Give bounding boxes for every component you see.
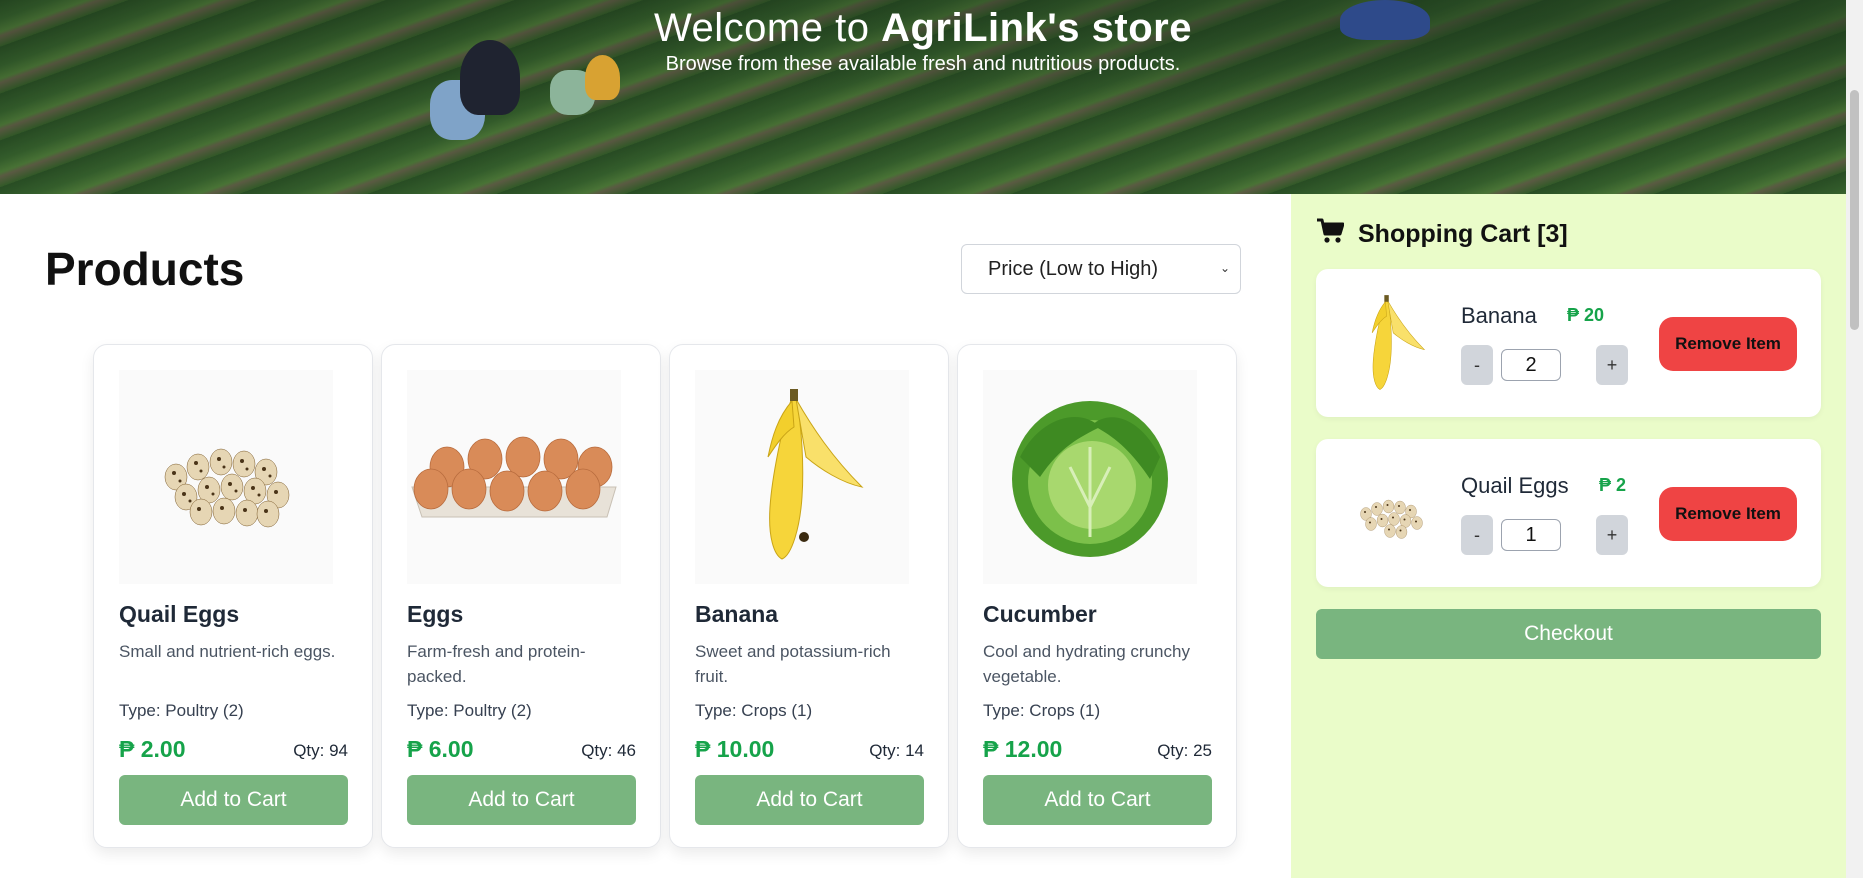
product-name: Cucumber [983, 601, 1097, 627]
cart-icon [1316, 218, 1345, 251]
cabbage-image [983, 370, 1197, 584]
chevron-down-icon: ⌄ [1219, 261, 1230, 275]
hero-subtitle: Browse from these available fresh and nu… [665, 53, 1181, 75]
products-section: Products Price (Low to High) ⌄ Quail Egg… [0, 194, 1291, 878]
product-price: ₱ 12.00 [983, 736, 1063, 762]
increase-quantity-button[interactable]: + [1596, 515, 1628, 555]
checkout-button[interactable]: Checkout [1316, 609, 1821, 659]
product-type: Type: Poultry (2) [119, 701, 244, 720]
product-name: Banana [695, 601, 779, 627]
product-description: Small and nutrient-rich eggs. [119, 642, 336, 661]
cart-item-name: Banana [1461, 303, 1537, 328]
product-quantity: Qty: 25 [1157, 741, 1212, 760]
product-type: Type: Poultry (2) [407, 701, 532, 720]
product-card: Cucumber Cool and hydrating crunchy vege… [957, 344, 1237, 848]
product-description: Cool and hydrating crunchy vegetable. [983, 642, 1190, 686]
hero-text: Welcome to AgriLink's store Browse from … [0, 6, 1846, 76]
decrease-quantity-button[interactable]: - [1461, 345, 1493, 385]
quail-eggs-thumbnail [1336, 459, 1446, 569]
remove-item-button[interactable]: Remove Item [1659, 317, 1797, 371]
quantity-input[interactable]: 2 [1501, 349, 1561, 381]
sort-selected-value: Price (Low to High) [988, 257, 1159, 280]
product-name: Quail Eggs [119, 601, 240, 627]
add-to-cart-button[interactable]: Add to Cart [119, 775, 348, 825]
product-card: Eggs Farm-fresh and protein-packed. Type… [381, 344, 661, 848]
product-description: Farm-fresh and protein-packed. [407, 642, 586, 686]
page-scrollbar[interactable] [1846, 0, 1863, 878]
hero-banner: Welcome to AgriLink's store Browse from … [0, 0, 1846, 194]
remove-item-button[interactable]: Remove Item [1659, 487, 1797, 541]
cart-item-price: ₱ 2 [1599, 475, 1627, 495]
product-price: ₱ 2.00 [119, 736, 186, 762]
cart-title: Shopping Cart [3] [1316, 218, 1568, 251]
quail-eggs-image [119, 370, 333, 584]
hero-title: Welcome to AgriLink's store [0, 6, 1846, 51]
scrollbar-thumb[interactable] [1850, 90, 1859, 330]
increase-quantity-button[interactable]: + [1596, 345, 1628, 385]
cart-item-name: Quail Eggs [1461, 473, 1569, 498]
cart-title-text: Shopping Cart [3] [1358, 220, 1568, 248]
product-name: Eggs [407, 601, 464, 627]
product-card: Quail Eggs Small and nutrient-rich eggs.… [93, 344, 373, 848]
product-card: Banana Sweet and potassium-rich fruit. T… [669, 344, 949, 848]
product-quantity: Qty: 14 [869, 741, 924, 760]
product-type: Type: Crops (1) [695, 701, 813, 720]
add-to-cart-button[interactable]: Add to Cart [695, 775, 924, 825]
eggs-image [407, 370, 621, 584]
add-to-cart-button[interactable]: Add to Cart [983, 775, 1212, 825]
hero-title-prefix: Welcome to [654, 6, 882, 50]
hero-title-brand: AgriLink's store [881, 6, 1192, 50]
cart-item-price: ₱ 20 [1567, 305, 1605, 325]
product-price: ₱ 6.00 [407, 736, 474, 762]
product-quantity: Qty: 94 [293, 741, 348, 760]
products-title: Products [45, 243, 245, 295]
decrease-quantity-button[interactable]: - [1461, 515, 1493, 555]
cart-item: Quail Eggs ₱ 2 - 1 + Remove Item [1316, 439, 1821, 587]
product-type: Type: Crops (1) [983, 701, 1101, 720]
product-quantity: Qty: 46 [581, 741, 636, 760]
product-price: ₱ 10.00 [695, 736, 775, 762]
sort-select[interactable]: Price (Low to High) ⌄ [961, 244, 1241, 294]
add-to-cart-button[interactable]: Add to Cart [407, 775, 636, 825]
banana-image [695, 370, 909, 584]
product-description: Sweet and potassium-rich fruit. [695, 642, 891, 686]
quantity-input[interactable]: 1 [1501, 519, 1561, 551]
cart-item: Banana ₱ 20 - 2 + Remove Item [1316, 269, 1821, 417]
banana-thumbnail [1336, 289, 1446, 399]
shopping-cart-panel: Shopping Cart [3] Banana ₱ 20 - 2 + Remo… [1291, 194, 1846, 878]
